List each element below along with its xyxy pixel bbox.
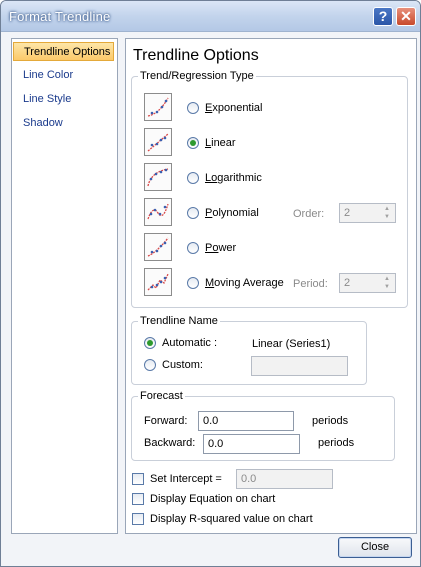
power-label[interactable]: Power <box>205 242 236 254</box>
nav-item-shadow[interactable]: Shadow <box>13 114 114 133</box>
polynomial-radio[interactable] <box>187 207 199 219</box>
display-rsquared-checkbox[interactable] <box>132 513 144 525</box>
period-spinner[interactable]: 2 ▲ ▼ <box>339 273 396 293</box>
forward-input[interactable]: 0.0 <box>198 411 294 431</box>
polynomial-trend-icon <box>144 198 172 226</box>
display-rsquared-label[interactable]: Display R-squared value on chart <box>150 513 313 525</box>
spin-down-icon[interactable]: ▼ <box>380 283 394 291</box>
order-spinner[interactable]: 2 ▲ ▼ <box>339 203 396 223</box>
linear-radio[interactable] <box>187 137 199 149</box>
polynomial-label[interactable]: Polynomial <box>205 207 259 219</box>
option-logarithmic: Logarithmic <box>132 163 407 193</box>
logarithmic-label[interactable]: Logarithmic <box>205 172 262 184</box>
display-equation-label[interactable]: Display Equation on chart <box>150 493 275 505</box>
trend-type-group-label: Trend/Regression Type <box>138 70 256 82</box>
period-label: Period: <box>293 278 328 290</box>
order-label: Order: <box>293 208 325 220</box>
backward-units: periods <box>318 437 355 449</box>
spin-up-icon[interactable]: ▲ <box>380 205 394 213</box>
set-intercept-checkbox[interactable] <box>132 473 144 485</box>
close-button[interactable]: Close <box>338 537 412 558</box>
forecast-group: Forecast Forward: 0.0 periods Backward: … <box>131 390 395 461</box>
automatic-label[interactable]: Automatic : <box>162 337 217 349</box>
order-value: 2 <box>344 207 351 219</box>
backward-label: Backward: <box>144 437 196 449</box>
format-trendline-dialog: Format Trendline ? ✕ Trendline Options L… <box>0 0 421 567</box>
moving-average-label[interactable]: Moving Average <box>205 277 284 289</box>
option-polynomial: Polynomial Order: 2 ▲ ▼ <box>132 198 407 228</box>
trendline-name-group: Trendline Name Automatic : Linear (Serie… <box>131 315 367 385</box>
option-moving-average: Moving Average Period: 2 ▲ ▼ <box>132 268 407 298</box>
forward-units: periods <box>312 415 349 427</box>
linear-label[interactable]: Linear <box>205 137 236 149</box>
option-linear: Linear <box>132 128 407 158</box>
logarithmic-radio[interactable] <box>187 172 199 184</box>
period-value: 2 <box>344 277 351 289</box>
title-bar[interactable]: Format Trendline ? ✕ <box>1 1 420 32</box>
display-equation-checkbox[interactable] <box>132 493 144 505</box>
trend-type-group: Trend/Regression Type Exponential Linear <box>131 70 408 308</box>
close-icon[interactable]: ✕ <box>396 7 416 26</box>
window-title: Format Trendline <box>9 9 111 24</box>
options-panel: Trendline Options Trend/Regression Type … <box>125 38 417 534</box>
forecast-group-label: Forecast <box>138 390 185 402</box>
help-icon[interactable]: ? <box>373 7 393 26</box>
exponential-radio[interactable] <box>187 102 199 114</box>
automatic-name-value: Linear (Series1) <box>252 338 331 350</box>
nav-item-trendline-options[interactable]: Trendline Options <box>13 42 114 61</box>
option-exponential: Exponential <box>132 93 407 123</box>
moving-average-radio[interactable] <box>187 277 199 289</box>
spin-down-icon[interactable]: ▼ <box>380 213 394 221</box>
custom-label[interactable]: Custom: <box>162 359 203 371</box>
option-power: Power <box>132 233 407 263</box>
moving-average-trend-icon <box>144 268 172 296</box>
custom-radio[interactable] <box>144 359 156 371</box>
custom-name-input[interactable] <box>251 356 348 376</box>
automatic-radio[interactable] <box>144 337 156 349</box>
panel-heading: Trendline Options <box>133 47 259 64</box>
nav-item-line-color[interactable]: Line Color <box>13 66 114 85</box>
category-list: Trendline Options Line Color Line Style … <box>11 38 118 534</box>
backward-input[interactable]: 0.0 <box>203 434 300 454</box>
power-trend-icon <box>144 233 172 261</box>
trendline-name-group-label: Trendline Name <box>138 315 220 327</box>
forward-label: Forward: <box>144 415 188 427</box>
logarithmic-trend-icon <box>144 163 172 191</box>
power-radio[interactable] <box>187 242 199 254</box>
spin-up-icon[interactable]: ▲ <box>380 275 394 283</box>
exponential-trend-icon <box>144 93 172 121</box>
set-intercept-input[interactable]: 0.0 <box>236 469 333 489</box>
nav-item-line-style[interactable]: Line Style <box>13 90 114 109</box>
set-intercept-label[interactable]: Set Intercept = <box>150 473 222 485</box>
exponential-label[interactable]: Exponential <box>205 102 263 114</box>
linear-trend-icon <box>144 128 172 156</box>
